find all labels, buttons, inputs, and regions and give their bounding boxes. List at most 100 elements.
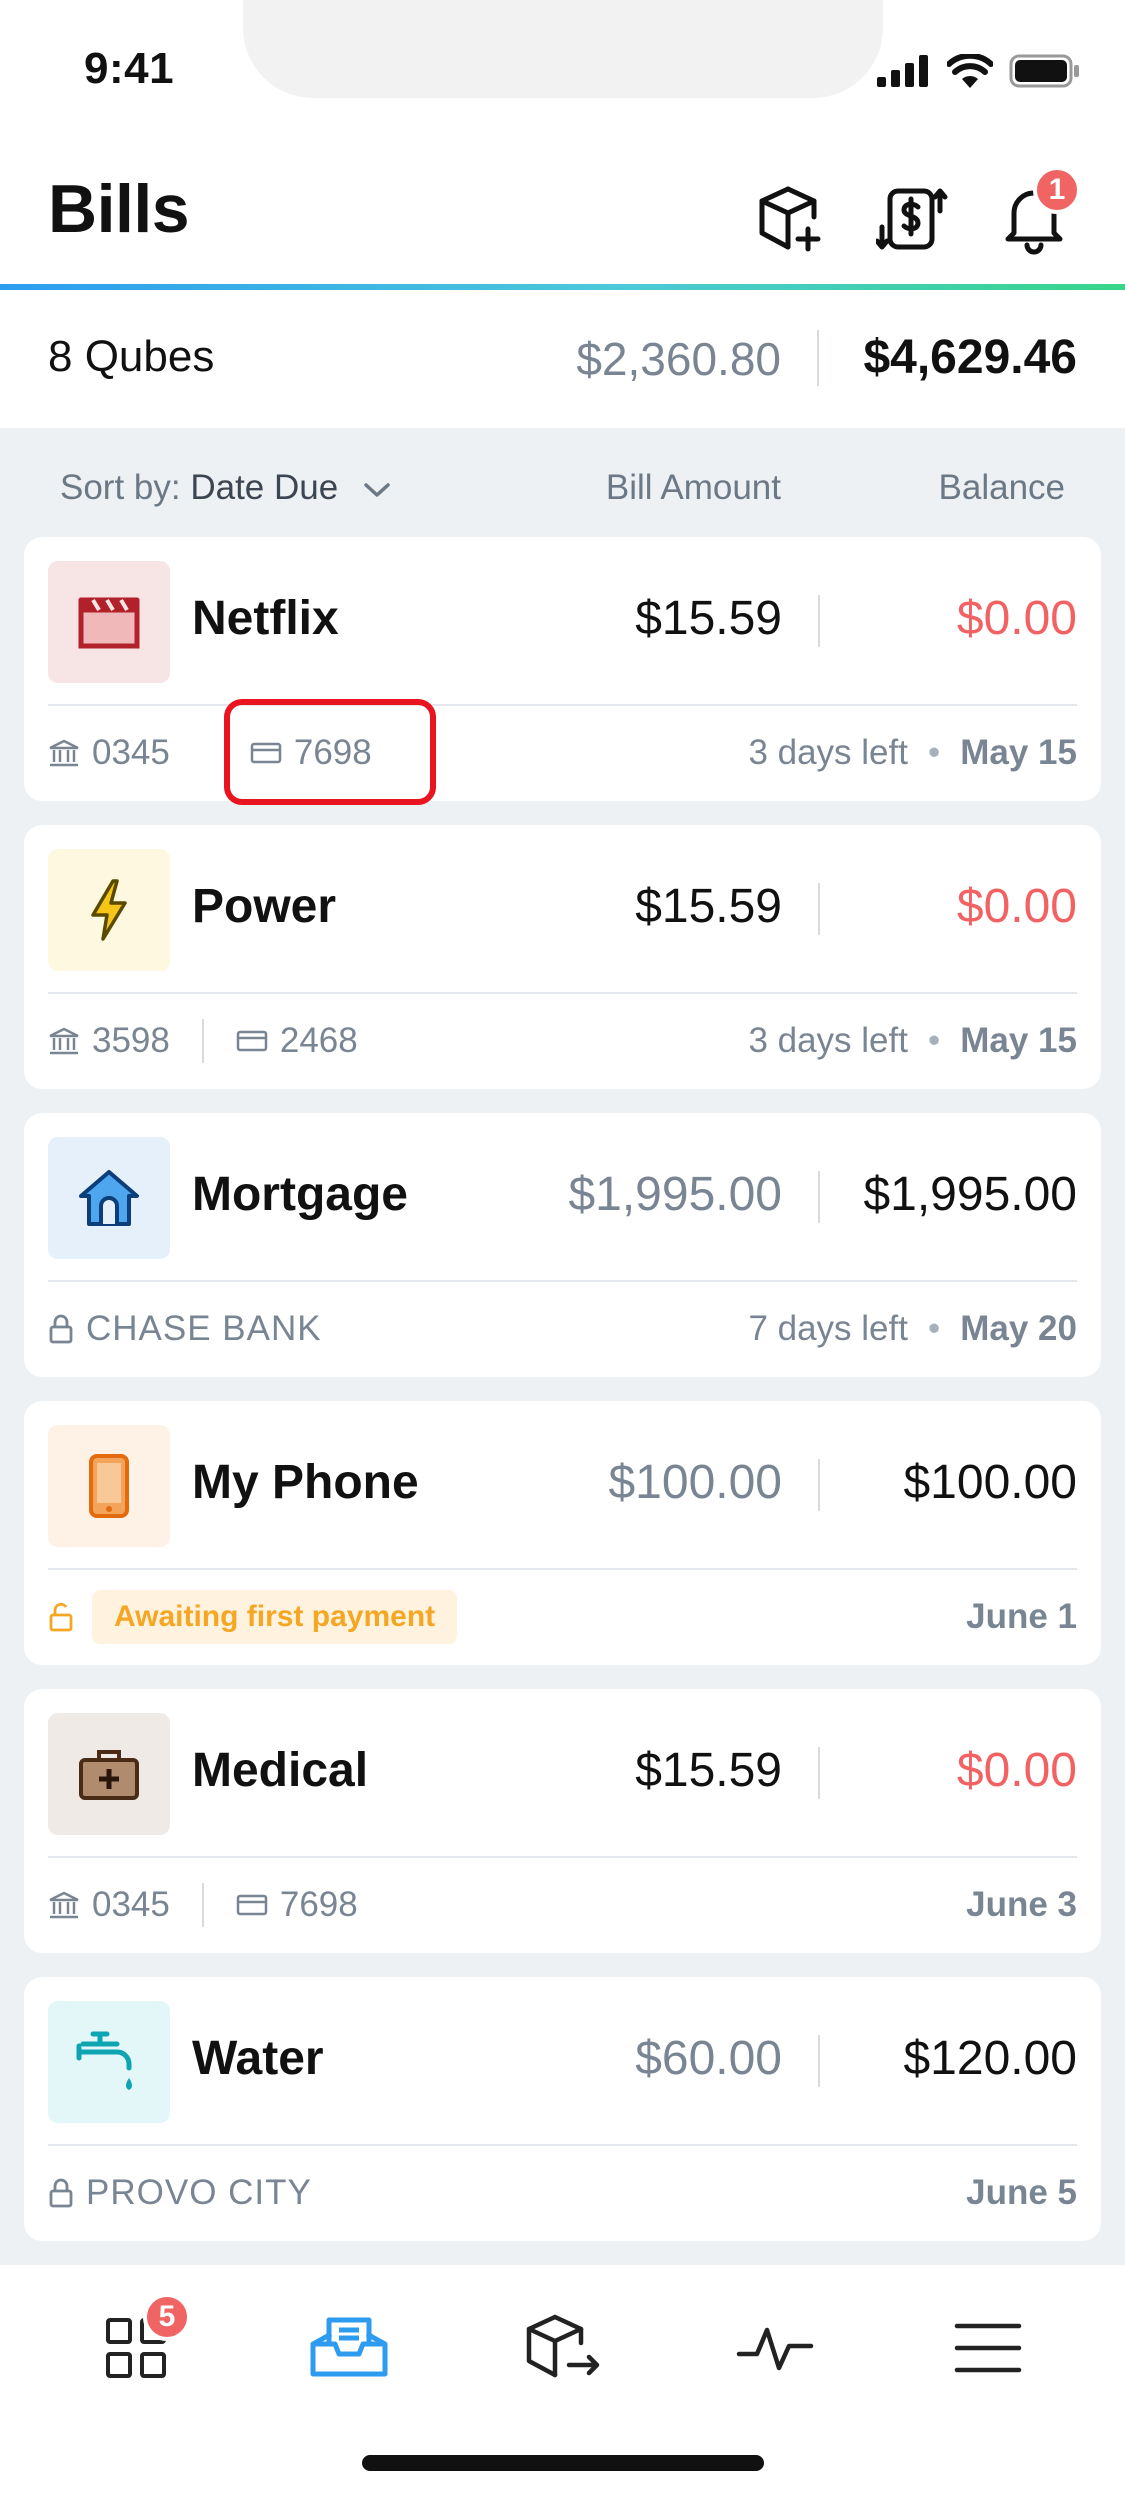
bank-icon xyxy=(49,1891,79,1919)
money-transfer-icon xyxy=(876,188,948,250)
bill-card-water[interactable]: Water $60.00 $120.00 PROVO CITY June 5 xyxy=(24,1977,1101,2241)
credit-card-icon xyxy=(236,1894,268,1916)
credit-card-icon xyxy=(236,1030,268,1052)
home-indicator xyxy=(362,2455,764,2471)
add-qube-button[interactable] xyxy=(749,178,831,260)
bill-footer: PROVO CITY June 5 xyxy=(48,2163,1077,2223)
due-date: May 20 xyxy=(960,1309,1077,1348)
days-left: 7 days left xyxy=(748,1309,908,1348)
status-time: 9:41 xyxy=(84,44,175,93)
meta-divider xyxy=(201,1019,204,1063)
lock-icon xyxy=(49,2178,73,2208)
app-header: Bills 1 xyxy=(0,140,1125,286)
separator-dot: • xyxy=(927,1021,941,1060)
qube-count: 8 Qubes xyxy=(48,332,215,381)
bill-balance: $0.00 xyxy=(956,592,1077,645)
due-date: June 5 xyxy=(966,2173,1077,2212)
chevron-down-icon xyxy=(364,483,390,497)
column-header-bill-amount: Bill Amount xyxy=(605,468,781,507)
payment-source-name: PROVO CITY xyxy=(86,2173,312,2212)
battery-icon xyxy=(1009,54,1079,88)
bill-card-medical[interactable]: Medical $15.59 $0.00 0345 7698 June 3 xyxy=(24,1689,1101,1953)
card-divider xyxy=(818,2035,820,2087)
bill-icon-tile xyxy=(48,1425,170,1547)
days-left: 3 days left xyxy=(748,733,908,772)
bill-balance: $100.00 xyxy=(903,1456,1077,1509)
bill-icon-tile xyxy=(48,1137,170,1259)
bank-account-number: 0345 xyxy=(92,1885,170,1924)
smartphone-icon xyxy=(89,1454,129,1518)
separator-dot: • xyxy=(927,1309,941,1348)
card-number: 2468 xyxy=(279,1021,358,1060)
cellular-signal-icon xyxy=(877,55,928,87)
bill-name: My Phone xyxy=(192,1456,419,1509)
nav-activity[interactable] xyxy=(730,2303,820,2393)
highlight-annotation xyxy=(224,699,436,805)
dashboard-badge: 5 xyxy=(143,2293,191,2341)
bill-card-power[interactable]: Power $15.59 $0.00 3598 2468 3 days left… xyxy=(24,825,1101,1089)
payment-card: 7698 xyxy=(236,1885,358,1925)
sort-row: Sort by: Date Due Bill Amount Balance xyxy=(0,428,1125,536)
card-number: 7698 xyxy=(279,1885,358,1924)
bank-icon xyxy=(49,739,79,767)
bank-account: 0345 xyxy=(48,1885,170,1925)
bill-footer: CHASE BANK 7 days left • May 20 xyxy=(48,1299,1077,1359)
card-separator xyxy=(48,704,1077,706)
bill-footer: 3598 2468 3 days left • May 15 xyxy=(48,1011,1077,1071)
bill-balance: $0.00 xyxy=(956,1744,1077,1797)
bill-amount: $60.00 xyxy=(635,2032,782,2085)
bill-name: Water xyxy=(192,2032,324,2085)
bill-name: Mortgage xyxy=(192,1168,408,1221)
bill-card-mortgage[interactable]: Mortgage $1,995.00 $1,995.00 CHASE BANK … xyxy=(24,1113,1101,1377)
lock-icon xyxy=(49,1314,73,1344)
nav-dashboard[interactable]: 5 xyxy=(91,2293,191,2393)
transfer-money-button[interactable] xyxy=(871,178,953,260)
header-actions: 1 xyxy=(749,166,1081,260)
bank-account-number: 3598 xyxy=(92,1021,170,1060)
sort-value: Date Due xyxy=(190,468,339,507)
nav-menu[interactable] xyxy=(943,2303,1033,2393)
nav-bills[interactable] xyxy=(304,2303,394,2393)
payment-card: 2468 xyxy=(236,1021,358,1061)
card-separator xyxy=(48,1280,1077,1282)
bill-balance: $1,995.00 xyxy=(863,1168,1077,1221)
notifications-button[interactable]: 1 xyxy=(993,166,1081,260)
due-date: May 15 xyxy=(960,733,1077,772)
status-icons xyxy=(877,54,1081,88)
bank-account: 0345 xyxy=(48,733,170,773)
due-date: June 3 xyxy=(966,1885,1077,1924)
bill-icon-tile xyxy=(48,1713,170,1835)
faucet-icon xyxy=(76,2031,132,2090)
bank-icon xyxy=(49,1027,79,1055)
card-separator xyxy=(48,1568,1077,1570)
sort-dropdown[interactable]: Sort by: Date Due xyxy=(60,468,392,508)
wifi-icon xyxy=(947,54,993,88)
medical-kit-icon xyxy=(79,1750,139,1800)
bill-card-netflix[interactable]: Netflix $15.59 $0.00 0345 7698 3 days le… xyxy=(24,537,1101,805)
summary-bar: 8 Qubes $2,360.80 $4,629.46 xyxy=(0,290,1125,428)
separator-dot: • xyxy=(927,733,941,772)
card-divider xyxy=(818,595,820,647)
nav-qubes[interactable] xyxy=(518,2303,608,2393)
card-divider xyxy=(818,883,820,935)
bill-icon-tile xyxy=(48,2001,170,2123)
card-divider xyxy=(818,1171,820,1223)
meta-divider xyxy=(201,1883,204,1927)
bill-amount: $15.59 xyxy=(635,1744,782,1797)
bill-balance: $0.00 xyxy=(956,880,1077,933)
column-header-balance: Balance xyxy=(938,468,1065,507)
card-separator xyxy=(48,1856,1077,1858)
due-date: June 1 xyxy=(966,1597,1077,1636)
bill-balance: $120.00 xyxy=(903,2032,1077,2085)
status-bar: 9:41 xyxy=(0,0,1125,140)
bill-card-my-phone[interactable]: My Phone $100.00 $100.00 Awaiting first … xyxy=(24,1401,1101,1665)
activity-pulse-icon xyxy=(736,2327,814,2371)
bottom-navigation: 5 xyxy=(0,2265,1125,2493)
page-title: Bills xyxy=(48,171,190,247)
inbox-bills-icon xyxy=(310,2317,388,2377)
bill-name: Medical xyxy=(192,1744,369,1797)
bank-account: 3598 xyxy=(48,1021,170,1061)
payment-source-name: CHASE BANK xyxy=(86,1309,322,1348)
bill-icon-tile xyxy=(48,849,170,971)
notification-badge: 1 xyxy=(1033,166,1081,214)
